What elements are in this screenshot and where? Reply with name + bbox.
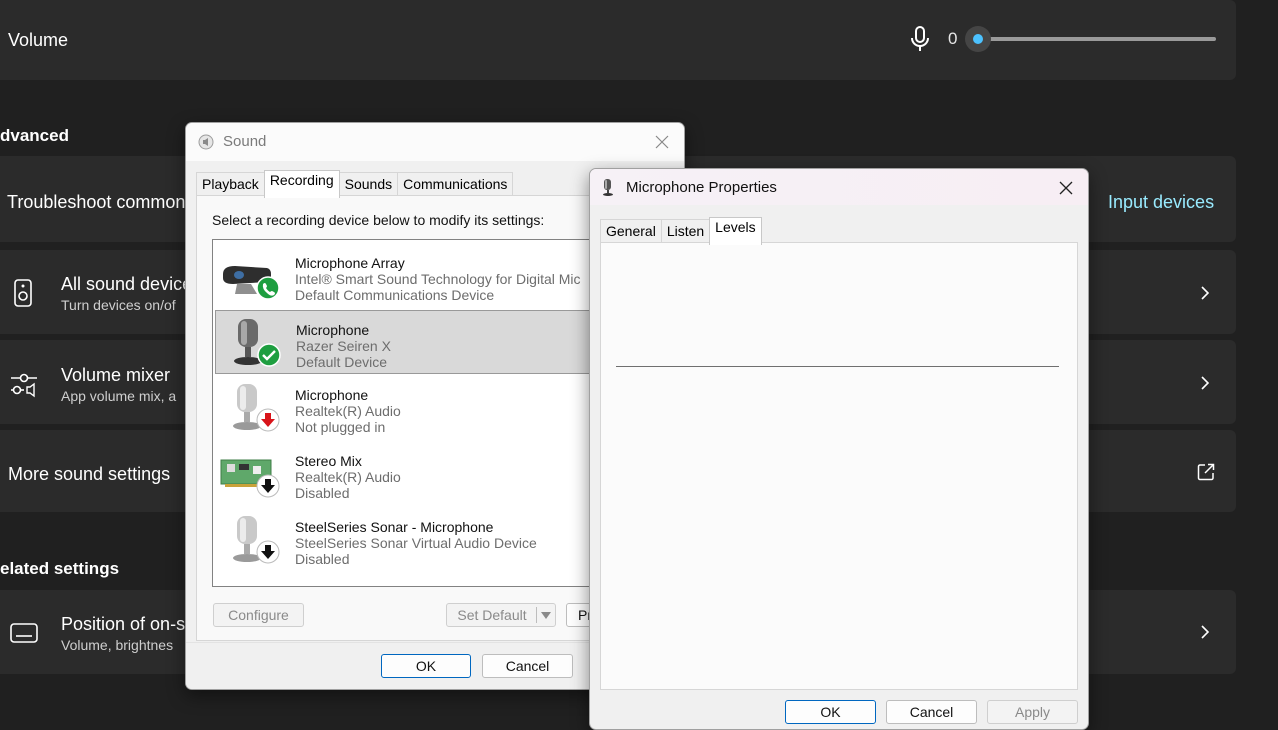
external-link-icon	[1197, 463, 1215, 481]
microphone-icon	[234, 319, 281, 367]
list-item[interactable]: Stereo Mix Realtek(R) Audio Disabled	[215, 442, 603, 506]
levels-panel	[600, 242, 1078, 690]
device-status: Default Communications Device	[295, 287, 495, 303]
device-detail: Realtek(R) Audio	[295, 403, 401, 419]
advanced-section-title: dvanced	[0, 126, 69, 145]
volume-value: 0	[948, 29, 958, 48]
microphone-icon[interactable]	[909, 25, 931, 53]
volume-label: Volume	[8, 30, 69, 50]
chevron-down-icon[interactable]	[541, 612, 551, 619]
split-divider	[536, 607, 537, 623]
osd-position-subtitle: Volume, brightnes	[61, 637, 174, 653]
sound-dialog-titlebar[interactable]: Sound	[186, 123, 684, 161]
apply-button[interactable]: Apply	[987, 700, 1078, 724]
cancel-button[interactable]: Cancel	[886, 700, 977, 724]
list-item[interactable]: SteelSeries Sonar - Microphone SteelSeri…	[215, 508, 603, 572]
mixer-sliders-icon	[11, 373, 37, 398]
close-icon[interactable]	[655, 135, 669, 149]
configure-button[interactable]: Configure	[213, 603, 304, 627]
mic-dialog-title: Microphone Properties	[626, 179, 777, 196]
close-icon[interactable]	[1059, 181, 1073, 195]
all-sound-devices-title: All sound device	[61, 274, 193, 294]
set-default-label: Set Default	[457, 607, 527, 623]
all-sound-devices-subtitle: Turn devices on/of	[61, 297, 176, 313]
input-devices-link[interactable]: Input devices	[1108, 192, 1214, 213]
cancel-button[interactable]: Cancel	[482, 654, 573, 678]
set-default-button[interactable]: Set Default	[446, 603, 556, 627]
ok-button[interactable]: OK	[785, 700, 876, 724]
device-detail: Razer Seiren X	[296, 338, 391, 354]
device-detail: Intel® Smart Sound Technology for Digita…	[295, 271, 581, 287]
volume-mixer-subtitle: App volume mix, a	[61, 388, 177, 404]
sound-dialog-title: Sound	[223, 133, 267, 150]
speaker-device-icon	[14, 279, 32, 307]
device-status: Disabled	[295, 551, 350, 567]
display-osd-icon	[10, 623, 38, 643]
list-item[interactable]: Microphone Array Intel® Smart Sound Tech…	[215, 244, 603, 308]
microphone-icon	[603, 179, 613, 196]
ok-button[interactable]: OK	[381, 654, 471, 678]
level-divider	[616, 366, 1059, 367]
microphone-properties-dialog: Microphone Properties General Listen Lev…	[589, 168, 1089, 730]
volume-slider-thumb[interactable]	[965, 26, 991, 52]
chevron-right-icon	[1201, 376, 1210, 390]
mic-dialog-titlebar[interactable]: Microphone Properties	[590, 169, 1088, 205]
volume-card: Volume 0	[0, 0, 1236, 80]
osd-position-title: Position of on-sc	[61, 614, 195, 634]
volume-mixer-title: Volume mixer	[61, 365, 171, 385]
tab-levels[interactable]: Levels	[709, 217, 762, 245]
chevron-right-icon	[1201, 625, 1210, 639]
device-status: Disabled	[295, 485, 350, 501]
sound-app-icon	[198, 134, 214, 150]
volume-slider-track[interactable]	[978, 37, 1216, 41]
more-sound-settings-title: More sound settings	[8, 464, 171, 484]
device-name: Stereo Mix	[295, 453, 362, 469]
device-name: Microphone Array	[295, 255, 405, 271]
device-detail: Realtek(R) Audio	[295, 469, 401, 485]
recording-instruction: Select a recording device below to modif…	[212, 212, 545, 228]
device-name: Microphone	[296, 322, 370, 338]
sound-card-icon	[220, 459, 280, 498]
list-item[interactable]: Microphone Realtek(R) Audio Not plugged …	[215, 376, 603, 440]
microphone-icon	[233, 516, 280, 564]
device-detail: SteelSeries Sonar Virtual Audio Device	[295, 535, 537, 551]
device-status: Not plugged in	[295, 419, 386, 435]
troubleshoot-label: Troubleshoot common	[7, 192, 186, 212]
recording-device-list[interactable]: Microphone Array Intel® Smart Sound Tech…	[212, 239, 604, 587]
device-name: SteelSeries Sonar - Microphone	[295, 519, 494, 535]
chevron-right-icon	[1201, 286, 1210, 300]
tab-recording[interactable]: Recording	[263, 170, 340, 198]
list-item[interactable]: Microphone Razer Seiren X Default Device	[215, 310, 603, 374]
microphone-icon	[233, 384, 280, 432]
device-name: Microphone	[295, 387, 369, 403]
related-settings-title: elated settings	[0, 559, 120, 578]
device-status: Default Device	[296, 354, 388, 370]
webcam-mic-icon	[223, 266, 280, 300]
